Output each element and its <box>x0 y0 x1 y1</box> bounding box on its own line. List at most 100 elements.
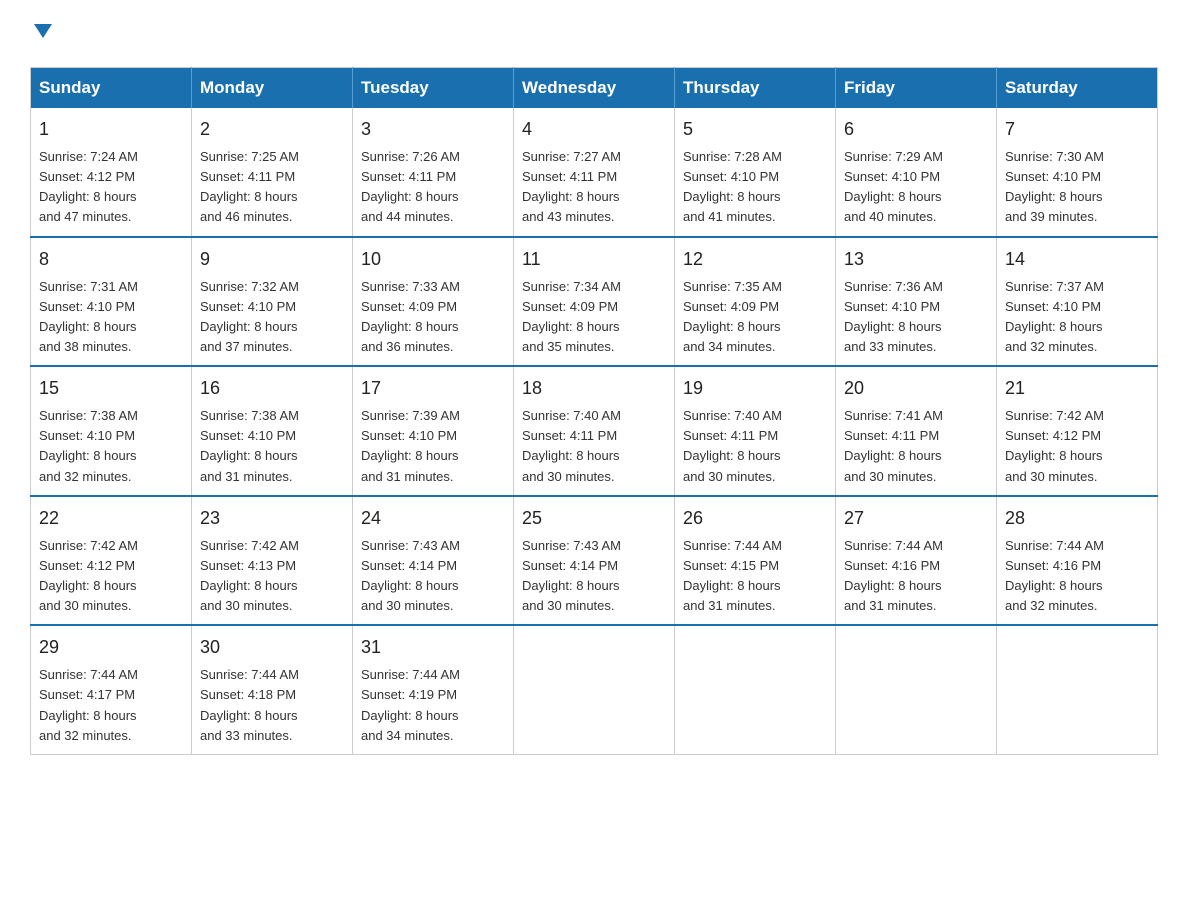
logo-arrow-icon <box>32 20 54 42</box>
table-row: 12 Sunrise: 7:35 AMSunset: 4:09 PMDayligh… <box>675 237 836 367</box>
table-row: 6 Sunrise: 7:29 AMSunset: 4:10 PMDaylight… <box>836 108 997 237</box>
day-info: Sunrise: 7:38 AMSunset: 4:10 PMDaylight:… <box>39 408 138 483</box>
day-number: 17 <box>361 375 505 402</box>
day-info: Sunrise: 7:33 AMSunset: 4:09 PMDaylight:… <box>361 279 460 354</box>
logo <box>30 20 54 47</box>
day-number: 1 <box>39 116 183 143</box>
day-number: 7 <box>1005 116 1149 143</box>
day-info: Sunrise: 7:25 AMSunset: 4:11 PMDaylight:… <box>200 149 299 224</box>
day-number: 11 <box>522 246 666 273</box>
table-row: 21 Sunrise: 7:42 AMSunset: 4:12 PMDayligh… <box>997 366 1158 496</box>
day-number: 9 <box>200 246 344 273</box>
day-info: Sunrise: 7:40 AMSunset: 4:11 PMDaylight:… <box>522 408 621 483</box>
day-info: Sunrise: 7:24 AMSunset: 4:12 PMDaylight:… <box>39 149 138 224</box>
table-row: 30 Sunrise: 7:44 AMSunset: 4:18 PMDayligh… <box>192 625 353 754</box>
day-number: 19 <box>683 375 827 402</box>
day-info: Sunrise: 7:31 AMSunset: 4:10 PMDaylight:… <box>39 279 138 354</box>
table-row: 28Sunrise: 7:44 AMSunset: 4:16 PMDayligh… <box>997 496 1158 626</box>
day-info: Sunrise: 7:29 AMSunset: 4:10 PMDaylight:… <box>844 149 943 224</box>
day-info: Sunrise: 7:43 AMSunset: 4:14 PMDaylight:… <box>361 538 460 613</box>
table-row <box>675 625 836 754</box>
day-number: 6 <box>844 116 988 143</box>
day-number: 25 <box>522 505 666 532</box>
day-number: 27 <box>844 505 988 532</box>
table-row <box>836 625 997 754</box>
day-info: Sunrise: 7:43 AMSunset: 4:14 PMDaylight:… <box>522 538 621 613</box>
day-info: Sunrise: 7:44 AMSunset: 4:16 PMDaylight:… <box>1005 538 1104 613</box>
day-number: 31 <box>361 634 505 661</box>
day-info: Sunrise: 7:34 AMSunset: 4:09 PMDaylight:… <box>522 279 621 354</box>
table-row: 22 Sunrise: 7:42 AMSunset: 4:12 PMDayligh… <box>31 496 192 626</box>
table-row: 9Sunrise: 7:32 AMSunset: 4:10 PMDaylight… <box>192 237 353 367</box>
day-info: Sunrise: 7:36 AMSunset: 4:10 PMDaylight:… <box>844 279 943 354</box>
header-monday: Monday <box>192 68 353 109</box>
header-sunday: Sunday <box>31 68 192 109</box>
table-row: 10 Sunrise: 7:33 AMSunset: 4:09 PMDayligh… <box>353 237 514 367</box>
day-number: 21 <box>1005 375 1149 402</box>
day-number: 10 <box>361 246 505 273</box>
day-info: Sunrise: 7:38 AMSunset: 4:10 PMDaylight:… <box>200 408 299 483</box>
day-number: 26 <box>683 505 827 532</box>
day-info: Sunrise: 7:40 AMSunset: 4:11 PMDaylight:… <box>683 408 782 483</box>
day-info: Sunrise: 7:28 AMSunset: 4:10 PMDaylight:… <box>683 149 782 224</box>
table-row: 11 Sunrise: 7:34 AMSunset: 4:09 PMDayligh… <box>514 237 675 367</box>
calendar-week-row: 8Sunrise: 7:31 AMSunset: 4:10 PMDaylight… <box>31 237 1158 367</box>
table-row: 14 Sunrise: 7:37 AMSunset: 4:10 PMDayligh… <box>997 237 1158 367</box>
table-row: 2 Sunrise: 7:25 AMSunset: 4:11 PMDaylight… <box>192 108 353 237</box>
day-info: Sunrise: 7:44 AMSunset: 4:15 PMDaylight:… <box>683 538 782 613</box>
day-info: Sunrise: 7:26 AMSunset: 4:11 PMDaylight:… <box>361 149 460 224</box>
day-number: 14 <box>1005 246 1149 273</box>
day-number: 20 <box>844 375 988 402</box>
day-info: Sunrise: 7:41 AMSunset: 4:11 PMDaylight:… <box>844 408 943 483</box>
table-row: 26 Sunrise: 7:44 AMSunset: 4:15 PMDayligh… <box>675 496 836 626</box>
table-row: 13 Sunrise: 7:36 AMSunset: 4:10 PMDayligh… <box>836 237 997 367</box>
table-row: 7 Sunrise: 7:30 AMSunset: 4:10 PMDaylight… <box>997 108 1158 237</box>
day-info: Sunrise: 7:44 AMSunset: 4:16 PMDaylight:… <box>844 538 943 613</box>
day-info: Sunrise: 7:30 AMSunset: 4:10 PMDaylight:… <box>1005 149 1104 224</box>
table-row: 31 Sunrise: 7:44 AMSunset: 4:19 PMDayligh… <box>353 625 514 754</box>
table-row: 20 Sunrise: 7:41 AMSunset: 4:11 PMDayligh… <box>836 366 997 496</box>
day-info: Sunrise: 7:39 AMSunset: 4:10 PMDaylight:… <box>361 408 460 483</box>
calendar-week-row: 22 Sunrise: 7:42 AMSunset: 4:12 PMDayligh… <box>31 496 1158 626</box>
calendar-week-row: 1 Sunrise: 7:24 AMSunset: 4:12 PMDaylight… <box>31 108 1158 237</box>
day-number: 13 <box>844 246 988 273</box>
table-row: 27 Sunrise: 7:44 AMSunset: 4:16 PMDayligh… <box>836 496 997 626</box>
day-info: Sunrise: 7:37 AMSunset: 4:10 PMDaylight:… <box>1005 279 1104 354</box>
calendar-header-row: Sunday Monday Tuesday Wednesday Thursday… <box>31 68 1158 109</box>
calendar-week-row: 29 Sunrise: 7:44 AMSunset: 4:17 PMDayligh… <box>31 625 1158 754</box>
table-row: 3Sunrise: 7:26 AMSunset: 4:11 PMDaylight… <box>353 108 514 237</box>
table-row: 24 Sunrise: 7:43 AMSunset: 4:14 PMDayligh… <box>353 496 514 626</box>
day-info: Sunrise: 7:44 AMSunset: 4:18 PMDaylight:… <box>200 667 299 742</box>
day-number: 18 <box>522 375 666 402</box>
header-saturday: Saturday <box>997 68 1158 109</box>
day-info: Sunrise: 7:42 AMSunset: 4:13 PMDaylight:… <box>200 538 299 613</box>
day-info: Sunrise: 7:44 AMSunset: 4:17 PMDaylight:… <box>39 667 138 742</box>
day-number: 24 <box>361 505 505 532</box>
day-number: 22 <box>39 505 183 532</box>
header-wednesday: Wednesday <box>514 68 675 109</box>
day-info: Sunrise: 7:42 AMSunset: 4:12 PMDaylight:… <box>1005 408 1104 483</box>
table-row: 25 Sunrise: 7:43 AMSunset: 4:14 PMDayligh… <box>514 496 675 626</box>
table-row: 23 Sunrise: 7:42 AMSunset: 4:13 PMDayligh… <box>192 496 353 626</box>
day-number: 23 <box>200 505 344 532</box>
day-number: 4 <box>522 116 666 143</box>
table-row: 29 Sunrise: 7:44 AMSunset: 4:17 PMDayligh… <box>31 625 192 754</box>
day-number: 12 <box>683 246 827 273</box>
table-row <box>997 625 1158 754</box>
table-row: 18 Sunrise: 7:40 AMSunset: 4:11 PMDayligh… <box>514 366 675 496</box>
table-row: 19 Sunrise: 7:40 AMSunset: 4:11 PMDayligh… <box>675 366 836 496</box>
table-row: 17 Sunrise: 7:39 AMSunset: 4:10 PMDayligh… <box>353 366 514 496</box>
day-info: Sunrise: 7:42 AMSunset: 4:12 PMDaylight:… <box>39 538 138 613</box>
table-row <box>514 625 675 754</box>
day-number: 30 <box>200 634 344 661</box>
table-row: 1 Sunrise: 7:24 AMSunset: 4:12 PMDaylight… <box>31 108 192 237</box>
day-info: Sunrise: 7:27 AMSunset: 4:11 PMDaylight:… <box>522 149 621 224</box>
table-row: 8Sunrise: 7:31 AMSunset: 4:10 PMDaylight… <box>31 237 192 367</box>
day-info: Sunrise: 7:44 AMSunset: 4:19 PMDaylight:… <box>361 667 460 742</box>
day-info: Sunrise: 7:35 AMSunset: 4:09 PMDaylight:… <box>683 279 782 354</box>
day-number: 29 <box>39 634 183 661</box>
calendar-week-row: 15Sunrise: 7:38 AMSunset: 4:10 PMDayligh… <box>31 366 1158 496</box>
day-number: 2 <box>200 116 344 143</box>
day-number: 5 <box>683 116 827 143</box>
table-row: 15Sunrise: 7:38 AMSunset: 4:10 PMDayligh… <box>31 366 192 496</box>
